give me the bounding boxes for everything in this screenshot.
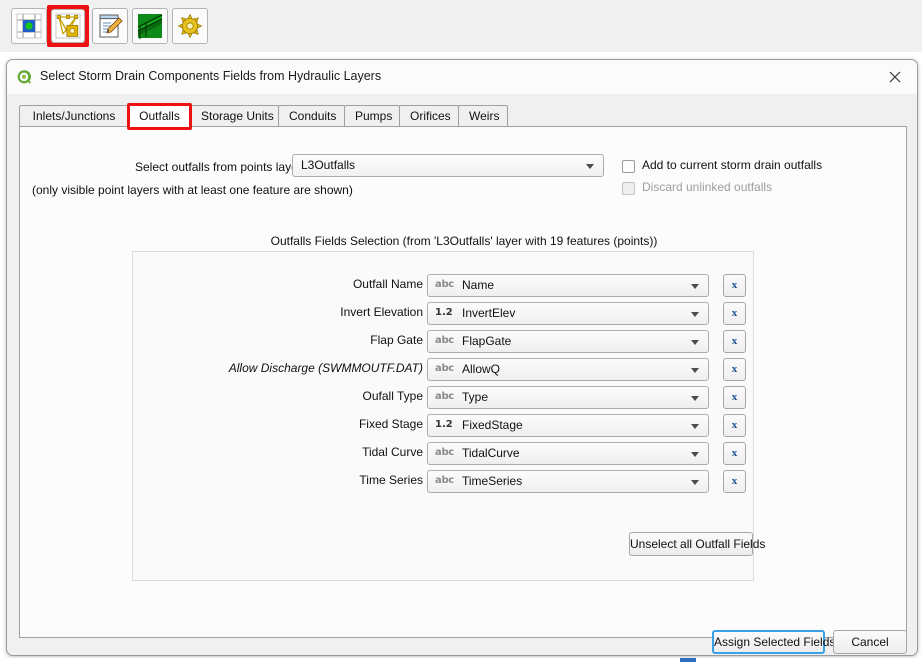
tab-weirs[interactable]: Weirs [458,105,508,127]
chevron-down-icon [691,368,699,373]
field-combo-type[interactable]: abc Type [427,386,709,409]
text-field-type-icon: abc [435,391,454,402]
chevron-down-icon [691,424,699,429]
yellow-gear-icon [172,8,208,44]
tab-strip: Inlets/JunctionsOutfallsStorage UnitsCon… [19,105,907,127]
toolbar-button-profile-tool[interactable] [129,5,171,47]
field-row-allowq: Allow Discharge (SWMMOUTF.DAT) abc AllowQ x [133,358,755,381]
text-field-type-icon: abc [435,279,454,290]
field-value-allowq: AllowQ [462,362,500,376]
tab-conduits[interactable]: Conduits [278,105,345,127]
field-combo-invertelev[interactable]: 1.2 InvertElev [427,302,709,325]
toolbar-button-edit-table-tool[interactable] [89,5,131,47]
text-field-type-icon: abc [435,475,454,486]
clear-field-button-invertelev[interactable]: x [723,302,746,325]
fields-selection-caption: Outfalls Fields Selection (from 'L3Outfa… [20,234,908,248]
field-label-flapgate: Flap Gate [370,333,423,347]
number-field-type-icon: 1.2 [435,419,453,430]
chevron-down-icon [691,396,699,401]
fields-selection-group: Outfall NameabcNamexInvert Elevation1.2I… [132,251,754,581]
chevron-down-icon [691,284,699,289]
field-row-type: Oufall Type abc Type x [133,386,755,409]
clear-field-button-name[interactable]: x [723,274,746,297]
clear-field-button-flapgate[interactable]: x [723,330,746,353]
field-combo-flapgate[interactable]: abc FlapGate [427,330,709,353]
text-field-type-icon: abc [435,363,454,374]
field-label-type: Oufall Type [363,389,423,403]
field-value-invertelev: InvertElev [462,306,515,320]
field-combo-name[interactable]: abc Name [427,274,709,297]
field-row-fixedstage: Fixed Stage 1.2 FixedStage x [133,414,755,437]
checkbox-box-icon [622,160,635,173]
dialog-title: Select Storm Drain Components Fields fro… [40,69,381,83]
outfalls-tab-page: Select outfalls from points layer L3Outf… [19,126,907,638]
field-combo-allowq[interactable]: abc AllowQ [427,358,709,381]
tab-orifices[interactable]: Orifices [399,105,459,127]
field-label-tidalcurve: Tidal Curve [362,445,423,459]
chevron-down-icon [691,312,699,317]
field-row-timeseries: Time Series abc TimeSeries x [133,470,755,493]
field-label-allowq: Allow Discharge (SWMMOUTF.DAT) [229,361,423,375]
text-field-type-icon: abc [435,447,454,458]
unselect-all-outfall-fields-button[interactable]: Unselect all Outfall Fields [629,532,753,556]
checkbox-label: Add to current storm drain outfalls [642,158,822,172]
notepad-pencil-icon [92,8,128,44]
cancel-button[interactable]: Cancel [833,630,907,654]
field-row-name: Outfall Name abc Name x [133,274,755,297]
toolbar-button-settings-tool[interactable] [169,5,211,47]
chevron-down-icon [691,340,699,345]
tab-storage-units[interactable]: Storage Units [190,105,279,127]
number-field-type-icon: 1.2 [435,307,453,318]
network-gear-icon [51,9,85,43]
tab-inlets-junctions[interactable]: Inlets/Junctions [19,105,129,127]
checkbox-label: Discard unlinked outfalls [642,180,772,194]
field-label-invertelev: Invert Elevation [340,305,423,319]
clear-field-button-fixedstage[interactable]: x [723,414,746,437]
checkbox-box-icon [622,182,635,195]
field-value-name: Name [462,278,494,292]
taskbar-highlight [680,658,696,662]
field-value-tidalcurve: TidalCurve [462,446,520,460]
field-row-tidalcurve: Tidal Curve abc TidalCurve x [133,442,755,465]
chevron-down-icon [586,164,594,169]
toolbar-button-storm-drain-components-tool[interactable] [47,5,89,47]
clear-field-button-allowq[interactable]: x [723,358,746,381]
green-channel-icon [132,8,168,44]
field-label-fixedstage: Fixed Stage [359,417,423,431]
clear-field-button-type[interactable]: x [723,386,746,409]
field-label-name: Outfall Name [353,277,423,291]
layer-select-label: Select outfalls from points layer [135,160,302,174]
assign-selected-fields-button[interactable]: Assign Selected Fields [712,630,825,654]
points-layer-combo[interactable]: L3Outfalls [292,154,604,177]
points-layer-value: L3Outfalls [301,158,355,172]
qgis-q-icon [16,69,32,85]
toolbar-button-grid-point-tool[interactable] [8,5,50,47]
field-value-type: Type [462,390,488,404]
clear-field-button-tidalcurve[interactable]: x [723,442,746,465]
field-value-timeseries: TimeSeries [462,474,522,488]
grid-blue-point-icon [11,8,47,44]
storm-drain-fields-dialog: Select Storm Drain Components Fields fro… [6,59,918,656]
taskbar-peek [0,658,922,662]
field-value-flapgate: FlapGate [462,334,511,348]
chevron-down-icon [691,452,699,457]
field-value-fixedstage: FixedStage [462,418,523,432]
close-icon[interactable] [873,60,917,93]
tab-outfalls[interactable]: Outfalls [128,104,191,128]
main-toolbar [0,0,922,53]
visible-layers-note: (only visible point layers with at least… [32,183,353,197]
tab-pumps[interactable]: Pumps [344,105,400,127]
text-field-type-icon: abc [435,335,454,346]
field-combo-timeseries[interactable]: abc TimeSeries [427,470,709,493]
field-row-flapgate: Flap Gate abc FlapGate x [133,330,755,353]
chevron-down-icon [691,480,699,485]
field-row-invertelev: Invert Elevation 1.2 InvertElev x [133,302,755,325]
field-combo-tidalcurve[interactable]: abc TidalCurve [427,442,709,465]
dialog-titlebar: Select Storm Drain Components Fields fro… [7,60,917,94]
field-combo-fixedstage[interactable]: 1.2 FixedStage [427,414,709,437]
clear-field-button-timeseries[interactable]: x [723,470,746,493]
field-label-timeseries: Time Series [359,473,423,487]
